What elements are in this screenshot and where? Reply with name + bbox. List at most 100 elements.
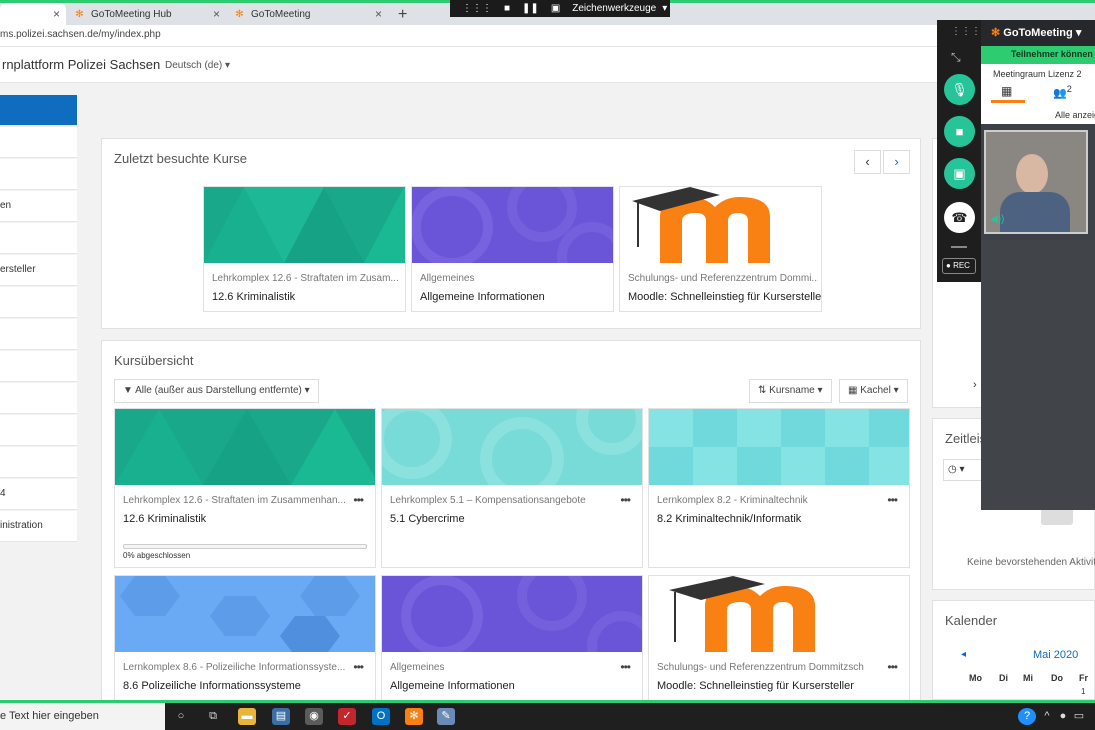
stop-share-icon[interactable]: ■ xyxy=(504,3,510,14)
block-title: Kalender xyxy=(945,613,998,628)
grip-icon[interactable]: ⋮⋮⋮ xyxy=(462,3,492,14)
drawer-item[interactable] xyxy=(0,159,77,190)
microphone-icon[interactable]: 🎙 xyxy=(944,74,975,105)
drawer-item[interactable] xyxy=(0,319,77,350)
course-name[interactable]: Moodle: Schnelleinstieg für Kurserstelle… xyxy=(657,680,854,692)
drawer-item[interactable]: en xyxy=(0,191,77,222)
block-title: Kursübersicht xyxy=(114,353,194,368)
camera-icon[interactable]: ■ xyxy=(944,116,975,147)
screen-icon[interactable]: ▣ xyxy=(551,3,560,14)
drawer-item[interactable] xyxy=(0,383,77,414)
gotomeeting-header[interactable]: ✻ GoToMeeting ▾ xyxy=(981,20,1095,46)
browser-tab-gotomeeting[interactable]: ✻ GoToMeeting × xyxy=(228,3,388,25)
gotomeeting-taskbar-icon[interactable]: ✻ xyxy=(405,708,423,725)
calendar-day-header: Mi xyxy=(1023,673,1033,683)
next-button[interactable]: › xyxy=(883,150,910,174)
chevron-right-icon[interactable]: › xyxy=(973,379,977,391)
record-button[interactable]: ● REC xyxy=(942,258,976,274)
drawer-item-administration[interactable]: inistration xyxy=(0,511,77,542)
course-card[interactable]: Schulungs- und Referenzzentrum Dommi... … xyxy=(619,186,822,312)
course-name[interactable]: 8.2 Kriminaltechnik/Informatik xyxy=(657,513,801,525)
course-card[interactable]: Lernkomplex 8.6 - Polizeiliche Informati… xyxy=(114,575,376,700)
drawer-item[interactable] xyxy=(0,447,77,478)
drawer-item[interactable] xyxy=(0,287,77,318)
course-name[interactable]: 12.6 Kriminalistik xyxy=(212,291,295,303)
course-name[interactable]: Allgemeine Informationen xyxy=(390,680,515,692)
gotomeeting-panel: ✻ GoToMeeting ▾ Teilnehmer können Meetin… xyxy=(981,20,1095,510)
collapse-icon[interactable]: ⤡ xyxy=(951,50,961,65)
course-category: Schulungs- und Referenzzentrum Dommi... xyxy=(628,273,818,284)
show-all-link[interactable]: Alle anzeig xyxy=(1055,110,1095,120)
close-icon[interactable]: × xyxy=(375,7,382,21)
browser-tab-gotomeeting-hub[interactable]: ✻ GoToMeeting Hub × xyxy=(68,3,226,25)
close-icon[interactable]: × xyxy=(213,7,220,21)
more-options-icon[interactable]: ••• xyxy=(353,493,364,507)
app-icon[interactable]: ▤ xyxy=(272,708,290,725)
drawer-item[interactable] xyxy=(0,415,77,446)
outlook-icon[interactable]: O xyxy=(372,708,390,725)
drawer-item[interactable] xyxy=(0,95,77,126)
drawer-item[interactable] xyxy=(0,127,77,158)
more-options-icon[interactable]: ••• xyxy=(887,660,898,674)
pdf-app-icon[interactable]: ✓ xyxy=(338,708,356,725)
battery-icon[interactable]: ▭ xyxy=(1070,708,1088,725)
address-bar[interactable]: ms.polizei.sachsen.de/my/index.php xyxy=(0,25,938,47)
timeline-filter-dropdown[interactable]: ◷ ▾ xyxy=(943,459,983,481)
pause-share-icon[interactable]: ❚❚ xyxy=(522,3,539,14)
course-category: Lehrkomplex 12.6 - Straftaten im Zusam..… xyxy=(212,273,399,284)
language-menu[interactable]: Deutsch (de) ▾ xyxy=(165,60,230,71)
chevron-down-icon: ▾ xyxy=(1075,27,1082,39)
course-card[interactable]: Lehrkomplex 12.6 - Straftaten im Zusamme… xyxy=(114,408,376,568)
course-name[interactable]: 5.1 Cybercrime xyxy=(390,513,465,525)
gotomeeting-brand: GoToMeeting xyxy=(1003,27,1073,39)
course-card[interactable]: Schulungs- und Referenzzentrum Dommitzsc… xyxy=(648,575,910,700)
app-icon[interactable]: ✎ xyxy=(437,708,455,725)
more-options-icon[interactable]: ••• xyxy=(887,493,898,507)
prev-button[interactable]: ‹ xyxy=(854,150,881,174)
course-name[interactable]: Allgemeine Informationen xyxy=(420,291,545,303)
view-dropdown[interactable]: ▦ Kachel ▾ xyxy=(839,379,908,403)
drawer-item[interactable]: ersteller xyxy=(0,255,77,286)
drawer-item[interactable] xyxy=(0,351,77,382)
course-card[interactable]: Allgemeines ••• Allgemeine Informationen xyxy=(381,575,643,700)
chevron-down-icon[interactable]: ▾ xyxy=(662,3,667,14)
hang-up-icon[interactable]: ☎ xyxy=(944,202,975,233)
sort-dropdown[interactable]: ⇅ Kursname ▾ xyxy=(749,379,832,403)
drawing-tools-button[interactable]: Zeichenwerkzeuge xyxy=(572,3,656,14)
course-card[interactable]: Allgemeines Allgemeine Informationen xyxy=(411,186,614,312)
chevron-down-icon: ▾ xyxy=(817,385,823,396)
url-text[interactable]: ms.polizei.sachsen.de/my/index.php xyxy=(0,29,161,40)
close-icon[interactable]: × xyxy=(53,7,60,21)
moodle-logo xyxy=(632,187,770,263)
filter-dropdown[interactable]: ▼ Alle (außer aus Darstellung entfernte)… xyxy=(114,379,319,403)
course-card[interactable]: Lehrkomplex 5.1 – Kompensationsangebote … xyxy=(381,408,643,568)
more-options-icon[interactable]: ••• xyxy=(620,493,631,507)
new-tab-button[interactable]: + xyxy=(398,6,407,24)
drawer-item[interactable] xyxy=(0,223,77,254)
grid-view-icon[interactable]: ▦ xyxy=(1001,84,1012,98)
course-card[interactable]: Lehrkomplex 12.6 - Straftaten im Zusam..… xyxy=(203,186,406,312)
calendar-day[interactable]: 1 xyxy=(1081,687,1085,696)
more-options-icon[interactable]: ••• xyxy=(353,660,364,674)
cortana-icon[interactable]: ○ xyxy=(172,708,190,725)
file-explorer-icon[interactable]: ▬ xyxy=(238,708,256,725)
course-name[interactable]: 8.6 Polizeiliche Informationssysteme xyxy=(123,680,301,692)
more-options-icon[interactable]: ••• xyxy=(620,660,631,674)
browser-tab-moodle[interactable]: × xyxy=(0,3,66,25)
circle-pattern xyxy=(401,576,642,681)
prev-month-icon[interactable]: ◂ xyxy=(961,649,966,660)
site-title[interactable]: rnplattform Polizei Sachsen xyxy=(2,57,160,72)
drawer-item[interactable]: 4 xyxy=(0,479,77,510)
progress-bar xyxy=(123,544,367,549)
help-icon[interactable]: ? xyxy=(1018,708,1036,725)
screen-share-icon[interactable]: ▣ xyxy=(944,158,975,189)
course-name[interactable]: Moodle: Schnelleinstieg für Kurserstelle… xyxy=(628,291,821,303)
no-activities-text: Keine bevorstehenden Aktivit xyxy=(967,557,1095,568)
taskbar-search[interactable]: e Text hier eingeben xyxy=(0,703,165,730)
course-card[interactable]: Lernkomplex 8.2 - Kriminaltechnik ••• 8.… xyxy=(648,408,910,568)
course-name[interactable]: 12.6 Kriminalistik xyxy=(123,513,206,525)
chrome-icon[interactable]: ◉ xyxy=(305,708,323,725)
participants-icon[interactable]: 👥2 xyxy=(1053,84,1072,100)
task-view-icon[interactable]: ⧉ xyxy=(204,708,222,725)
grip-icon[interactable]: ⋮⋮⋮ xyxy=(951,26,981,37)
